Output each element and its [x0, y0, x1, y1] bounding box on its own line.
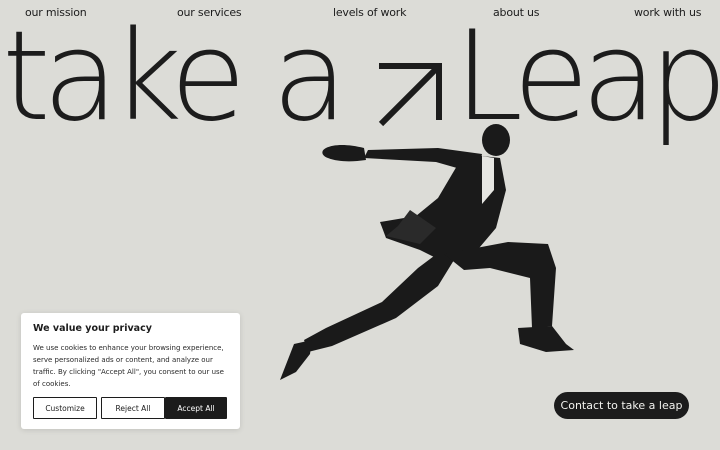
cookie-banner: We value your privacy We use cookies to … [21, 313, 240, 429]
leaping-man-image [280, 124, 574, 380]
accept-all-button[interactable]: Accept All [165, 397, 227, 419]
cookie-banner-text: We use cookies to enhance your browsing … [33, 344, 224, 388]
reject-all-button[interactable]: Reject All [101, 397, 165, 419]
hero-word-take: take [2, 5, 246, 149]
contact-button[interactable]: Contact to take a leap [554, 392, 689, 419]
customize-button[interactable]: Customize [33, 397, 97, 419]
cookie-buttons: Customize Reject All Accept All [33, 397, 228, 419]
cookie-banner-title: We value your privacy [33, 323, 152, 334]
